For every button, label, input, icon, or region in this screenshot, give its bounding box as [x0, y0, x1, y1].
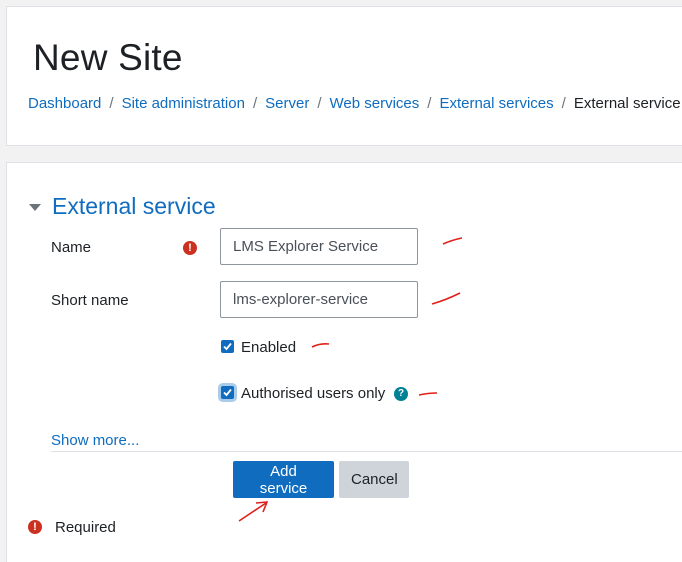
- breadcrumb-separator: /: [427, 95, 432, 112]
- breadcrumb-separator: /: [317, 95, 322, 112]
- breadcrumb-separator: /: [252, 95, 258, 112]
- page-header: New Site Dashboard / Site administration / S…: [6, 6, 682, 146]
- section-title: External service: [52, 193, 216, 219]
- breadcrumb-external-services[interactable]: External services: [439, 95, 553, 112]
- enabled-label: Enabled: [241, 339, 297, 356]
- breadcrumb-current: External service: [573, 95, 681, 112]
- breadcrumb-separator: /: [561, 95, 566, 112]
- breadcrumb-dashboard[interactable]: Dashboard: [28, 95, 101, 112]
- add-service-button[interactable]: Add service: [233, 461, 334, 498]
- service-form: External service Name ! Short name Enabl…: [6, 162, 682, 562]
- breadcrumb-site-administration[interactable]: Site administration: [122, 95, 245, 112]
- authorised-users-label: Authorised users only: [241, 385, 386, 402]
- exclamation-circle-icon: !: [183, 241, 197, 255]
- required-note: Required: [55, 519, 116, 536]
- enabled-checkbox[interactable]: [221, 340, 234, 353]
- show-more-link[interactable]: Show more...: [51, 432, 139, 449]
- breadcrumb-server[interactable]: Server: [265, 95, 309, 112]
- page-title: New Site: [33, 37, 183, 78]
- short-name-label: Short name: [51, 292, 129, 309]
- short-name-field[interactable]: [220, 281, 418, 318]
- breadcrumb-web-services[interactable]: Web services: [330, 95, 420, 112]
- check-icon: [223, 342, 232, 351]
- name-label: Name: [51, 239, 92, 256]
- name-field[interactable]: [220, 228, 418, 265]
- exclamation-circle-icon: !: [28, 520, 42, 534]
- breadcrumb-separator: /: [109, 95, 114, 112]
- cancel-button[interactable]: Cancel: [339, 461, 409, 498]
- breadcrumb: Dashboard / Site administration / Server / Web…: [28, 95, 681, 112]
- question-circle-icon[interactable]: ?: [394, 387, 408, 401]
- section-toggle[interactable]: External service: [29, 193, 216, 220]
- check-icon: [223, 388, 232, 397]
- divider: [51, 451, 682, 452]
- authorised-users-checkbox[interactable]: [221, 386, 234, 399]
- caret-down-icon: [29, 204, 41, 211]
